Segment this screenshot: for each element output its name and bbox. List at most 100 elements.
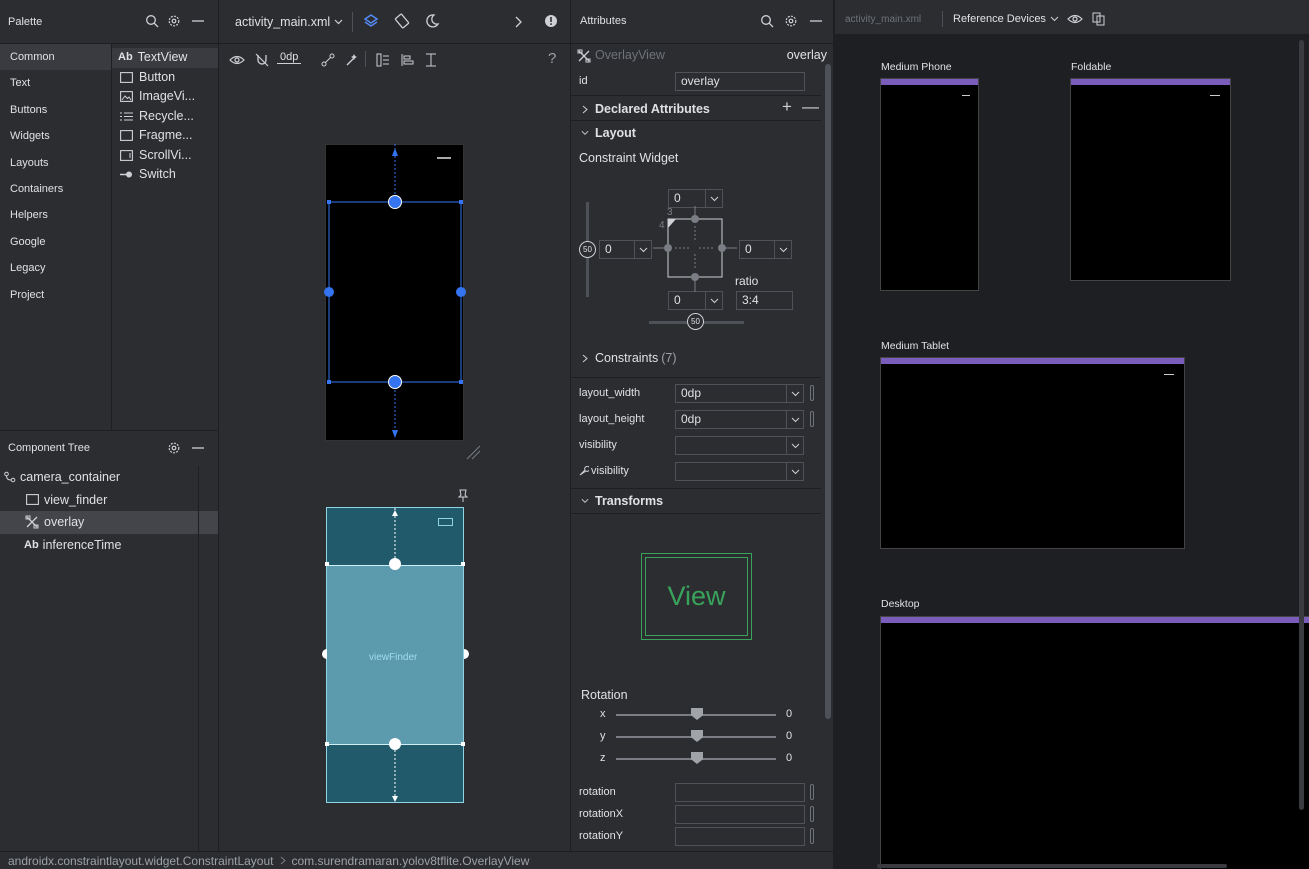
rotation-x-value: 0 bbox=[786, 708, 793, 720]
palette-item-imageview[interactable]: ImageVi... bbox=[112, 87, 218, 107]
rotation-x-thumb[interactable] bbox=[691, 708, 703, 720]
device-preview-medium-phone[interactable] bbox=[880, 78, 979, 291]
search-icon[interactable] bbox=[144, 13, 160, 29]
device-preview-foldable[interactable] bbox=[1070, 78, 1231, 281]
tools-visibility-dropdown[interactable] bbox=[786, 462, 804, 481]
layout-width-dropdown[interactable] bbox=[786, 384, 804, 403]
copy-layout-icon[interactable] bbox=[1091, 11, 1107, 27]
default-margin-selector[interactable]: 0dp bbox=[277, 51, 302, 64]
category-google[interactable]: Google bbox=[0, 229, 111, 255]
rotation-z-thumb[interactable] bbox=[691, 752, 703, 764]
resize-handle-icon[interactable] bbox=[465, 444, 481, 460]
constraints-label: Constraints bbox=[595, 351, 659, 365]
eye-icon[interactable] bbox=[229, 52, 245, 68]
gear-icon[interactable] bbox=[166, 13, 182, 29]
help-icon[interactable]: ? bbox=[548, 50, 556, 67]
layout-height-field[interactable]: 0dp bbox=[675, 410, 787, 429]
palette-item-switch[interactable]: Switch bbox=[112, 165, 218, 185]
device-preview-desktop[interactable] bbox=[880, 616, 1309, 869]
category-widgets[interactable]: Widgets bbox=[0, 123, 111, 149]
ratio-field[interactable]: 3:4 bbox=[736, 291, 793, 310]
reference-scrollbar-v[interactable] bbox=[1299, 40, 1304, 810]
eye-icon[interactable] bbox=[1067, 11, 1083, 27]
visibility-field[interactable] bbox=[675, 436, 787, 455]
tree-item-view-finder[interactable]: view_finder bbox=[0, 489, 218, 512]
tools-visibility-field[interactable] bbox=[675, 462, 787, 481]
search-icon[interactable] bbox=[759, 13, 775, 29]
left-margin-field[interactable]: 0 bbox=[599, 240, 635, 259]
attributes-scrollbar[interactable] bbox=[825, 64, 831, 719]
chevron-right-icon[interactable] bbox=[511, 14, 527, 30]
overlay-selection[interactable] bbox=[319, 142, 469, 444]
id-field[interactable]: overlay bbox=[675, 72, 805, 91]
category-text[interactable]: Text bbox=[0, 70, 111, 96]
palette-item-fragment[interactable]: Fragme... bbox=[112, 126, 218, 146]
tree-item-overlay[interactable]: overlay bbox=[0, 511, 218, 534]
night-mode-icon[interactable] bbox=[424, 13, 440, 29]
layout-width-resource-icon[interactable] bbox=[810, 385, 814, 401]
pack-icon[interactable] bbox=[375, 52, 391, 68]
palette-item-textview[interactable]: Ab TextView bbox=[112, 48, 218, 68]
align-icon[interactable] bbox=[399, 52, 415, 68]
orientation-icon[interactable] bbox=[394, 13, 410, 29]
chevron-down-icon bbox=[581, 125, 589, 141]
layout-height-resource-icon[interactable] bbox=[810, 411, 814, 427]
right-margin-field[interactable]: 0 bbox=[739, 240, 775, 259]
tree-item-inference-time[interactable]: Ab inferenceTime bbox=[0, 534, 218, 557]
category-layouts[interactable]: Layouts bbox=[0, 150, 111, 176]
tree-item-camera-container[interactable]: camera_container bbox=[0, 466, 218, 489]
rotation-field[interactable] bbox=[675, 783, 805, 802]
infer-constraints-icon[interactable] bbox=[344, 52, 360, 68]
breadcrumb: androidx.constraintlayout.widget.Constra… bbox=[0, 851, 833, 869]
constraints-section[interactable]: Constraints (7) bbox=[571, 346, 821, 370]
reference-devices-dropdown[interactable]: Reference Devices bbox=[953, 13, 1059, 25]
right-margin-dropdown[interactable] bbox=[774, 240, 792, 259]
rotation-y-thumb[interactable] bbox=[691, 730, 703, 742]
warning-icon[interactable] bbox=[543, 13, 559, 29]
minimize-icon[interactable] bbox=[808, 13, 824, 29]
clear-constraints-icon[interactable] bbox=[320, 52, 336, 68]
category-project[interactable]: Project bbox=[0, 282, 111, 308]
visibility-dropdown[interactable] bbox=[786, 436, 804, 455]
category-buttons[interactable]: Buttons bbox=[0, 97, 111, 123]
category-helpers[interactable]: Helpers bbox=[0, 202, 111, 228]
rotation-x-field[interactable] bbox=[675, 805, 805, 824]
category-common[interactable]: Common bbox=[0, 44, 111, 71]
rotation-x-resource-icon[interactable] bbox=[810, 806, 814, 822]
attributes-header: Attributes bbox=[571, 0, 833, 43]
palette-item-label: TextView bbox=[137, 50, 188, 64]
magnet-off-icon[interactable] bbox=[254, 52, 270, 68]
horizontal-bias-slider[interactable]: 50 bbox=[687, 313, 704, 330]
add-attribute-icon[interactable]: + bbox=[782, 97, 792, 117]
rotation-y-field[interactable] bbox=[675, 827, 805, 846]
gear-icon[interactable] bbox=[783, 13, 799, 29]
category-containers[interactable]: Containers bbox=[0, 176, 111, 202]
minimize-icon[interactable] bbox=[190, 440, 206, 456]
layout-label: Layout bbox=[595, 126, 636, 140]
transforms-section[interactable]: Transforms bbox=[571, 489, 821, 513]
palette-item-recyclerview[interactable]: Recycle... bbox=[112, 107, 218, 127]
layout-section[interactable]: Layout bbox=[571, 121, 821, 145]
minimize-icon[interactable] bbox=[190, 13, 206, 29]
breadcrumb-item-constraint-layout[interactable]: androidx.constraintlayout.widget.Constra… bbox=[8, 854, 274, 868]
device-preview-medium-tablet[interactable] bbox=[880, 357, 1185, 549]
rotation-resource-icon[interactable] bbox=[810, 784, 814, 800]
reference-scrollbar-h[interactable] bbox=[877, 864, 1227, 868]
file-dropdown[interactable]: activity_main.xml bbox=[235, 14, 343, 30]
gear-icon[interactable] bbox=[166, 440, 182, 456]
layout-width-field[interactable]: 0dp bbox=[675, 384, 787, 403]
editor-secondary-toolbar: 0dp ? bbox=[219, 44, 570, 74]
vertical-bias-slider[interactable]: 50 bbox=[579, 241, 596, 258]
palette-item-button[interactable]: Button bbox=[112, 68, 218, 88]
layout-height-dropdown[interactable] bbox=[786, 410, 804, 429]
constraint-widget-diagram bbox=[653, 206, 737, 292]
palette-item-scrollview[interactable]: ScrollVi... bbox=[112, 146, 218, 166]
rotation-y-resource-icon[interactable] bbox=[810, 828, 814, 844]
breadcrumb-item-overlay-view[interactable]: com.surendramaran.yolov8tflite.OverlayVi… bbox=[292, 854, 530, 868]
pin-icon[interactable] bbox=[455, 488, 471, 504]
guidelines-icon[interactable] bbox=[423, 52, 439, 68]
category-legacy[interactable]: Legacy bbox=[0, 255, 111, 281]
design-surface-icon[interactable] bbox=[363, 13, 379, 29]
remove-attribute-icon[interactable]: — bbox=[802, 97, 819, 117]
design-surface[interactable]: viewFinder bbox=[219, 74, 570, 851]
